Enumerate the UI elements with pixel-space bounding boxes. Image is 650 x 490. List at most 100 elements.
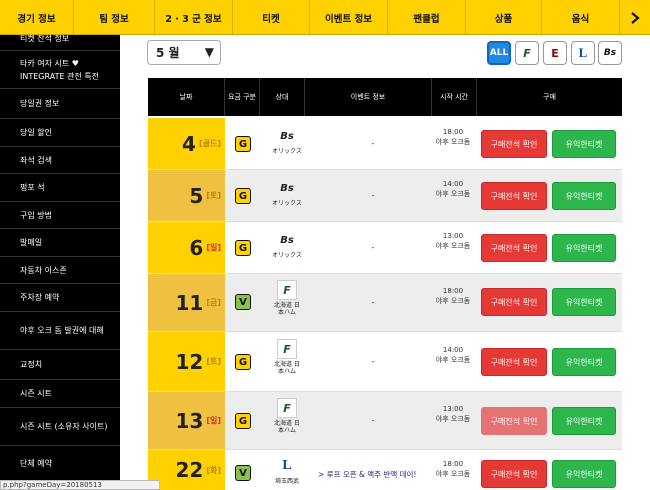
date-cell: 6 [일] <box>148 222 225 273</box>
fare-grade-badge: G <box>235 354 251 370</box>
event-info: > 루프 오픈 & 맥주 반액 데이! <box>318 470 417 479</box>
start-time: 13:00 야후 오크돔 <box>430 231 476 251</box>
header-purchase: 구매 <box>543 92 556 101</box>
eagles-logo-icon: E <box>551 46 559 60</box>
date-cell: 5 [토] <box>148 170 225 221</box>
team-filter-all-button[interactable]: ALL <box>487 41 511 65</box>
sidebar-item-seat-type[interactable]: 펑포 석 <box>0 174 120 202</box>
check-remaining-seats-button[interactable]: 구매잔석 확인 <box>481 288 547 316</box>
link-status-bar: p.php?gameDay=20180513 <box>0 480 160 490</box>
value-ticket-button[interactable]: 유익한티켓 <box>552 182 616 210</box>
opponent-name: 北海道 日本ハム <box>274 420 300 434</box>
venue: 야후 오크돔 <box>435 242 471 250</box>
event-info: - <box>371 357 375 366</box>
date-cell: 13 [일] <box>148 392 225 449</box>
sidebar-item-ticket-remaining[interactable]: 티켓 잔석 정보 <box>0 35 120 51</box>
nav-event-info[interactable]: 이벤트 정보 <box>310 0 388 35</box>
sidebar-item-season-seat[interactable]: 시즌 시트 <box>0 380 120 408</box>
sidebar-item-day-ticket[interactable]: 당일권 정보 <box>0 89 120 119</box>
sidebar-item-season-seat-owner[interactable]: 시즌 시트 (소유자 사이트) <box>0 408 120 446</box>
nav-ticket[interactable]: 티켓 <box>233 0 310 35</box>
opponent-name: オリックス <box>272 200 302 207</box>
table-row: 4 [골드] G Bs オリックス - 18:00 야후 오크돔 구매잔석 확인… <box>148 118 622 170</box>
nav-game-info[interactable]: 경기 정보 <box>0 0 74 35</box>
buffaloes-logo-icon: Bs <box>280 234 294 246</box>
table-row: 11 [금] V F 北海道 日本ハム - 18:00 야후 오크돔 구매잔석 … <box>148 274 622 332</box>
sidebar-item-group-booking[interactable]: 단체 예약 <box>0 446 120 482</box>
nav-fan-club[interactable]: 팬클럽 <box>388 0 466 35</box>
opponent-cell: L 埼玉西武 <box>264 456 310 485</box>
sidebar-item-how-to-buy[interactable]: 구입 방법 <box>0 202 120 229</box>
value-ticket-button[interactable]: 유익한티켓 <box>552 130 616 158</box>
buffaloes-logo-icon: Bs <box>603 48 617 58</box>
fare-grade-badge: G <box>235 240 251 256</box>
header-event-info: 이벤트 정보 <box>305 78 432 116</box>
start-time-value: 18:00 <box>442 128 464 136</box>
event-info: - <box>371 416 375 425</box>
check-remaining-seats-button[interactable]: 구매잔석 확인 <box>481 407 547 435</box>
chevron-right-icon[interactable] <box>620 0 650 35</box>
check-remaining-seats-button[interactable]: 구매잔석 확인 <box>481 348 547 376</box>
fare-grade-badge: V <box>235 465 251 481</box>
table-row: 13 [일] G F 北海道 日本ハム - 13:00 야후 오크돔 구매잔석 … <box>148 392 622 450</box>
date-weekday: [화] <box>206 465 221 475</box>
team-filter-fighters-button[interactable]: F <box>515 41 539 65</box>
team-filter-lions-button[interactable]: L <box>571 41 595 65</box>
nav-goods[interactable]: 상품 <box>466 0 542 35</box>
fighters-logo-icon: F <box>277 280 297 300</box>
date-cell: 11 [금] <box>148 274 225 331</box>
event-info: - <box>371 243 375 252</box>
buffaloes-logo-icon: Bs <box>280 130 294 142</box>
start-time-value: 18:00 <box>442 460 464 468</box>
sidebar-item-parking[interactable]: 주차장 예약 <box>0 284 120 312</box>
start-time-value: 13:00 <box>442 232 464 240</box>
header-opponent: 상대 <box>260 78 305 116</box>
start-time-value: 14:00 <box>442 346 464 354</box>
check-remaining-seats-button[interactable]: 구매잔석 확인 <box>481 130 547 158</box>
opponent-name: オリックス <box>272 148 302 155</box>
opponent-cell: F 北海道 日本ハム <box>264 280 310 316</box>
start-time: 14:00 야후 오크돔 <box>430 179 476 199</box>
start-time: 13:00 야후 오크돔 <box>430 404 476 424</box>
sidebar-item-seat-search[interactable]: 좌석 검색 <box>0 147 120 174</box>
opponent-cell: Bs オリックス <box>264 178 310 208</box>
sidebar-item-car-zone[interactable]: 자동차 이스존 <box>0 257 120 284</box>
date-cell: 4 [골드] <box>148 118 225 169</box>
nav-farm-info[interactable]: 2 · 3 군 정보 <box>155 0 233 35</box>
value-ticket-button[interactable]: 유익한티켓 <box>552 288 616 316</box>
caret-down-icon: ▼ <box>204 45 214 59</box>
fighters-logo-icon: F <box>277 339 297 359</box>
nav-team-info[interactable]: 팀 정보 <box>74 0 155 35</box>
date-day: 22 <box>175 458 204 482</box>
date-weekday: [골드] <box>198 139 221 148</box>
value-ticket-button[interactable]: 유익한티켓 <box>552 460 616 488</box>
venue: 야후 오크돔 <box>435 470 471 478</box>
start-time: 18:00 야후 오크돔 <box>430 127 476 147</box>
value-ticket-button[interactable]: 유익한티켓 <box>552 234 616 262</box>
team-filter-buffaloes-button[interactable]: Bs <box>598 41 622 65</box>
value-ticket-button[interactable]: 유익한티켓 <box>552 348 616 376</box>
event-info: - <box>371 191 375 200</box>
lions-logo-icon: L <box>578 45 588 60</box>
table-row: 22 [화] V L 埼玉西武 > 루프 오픈 & 맥주 반액 데이! 18:0… <box>148 450 622 490</box>
sidebar-item-dome-ticketing[interactable]: 야후 오크 돔 발권에 대해 <box>0 312 120 350</box>
value-ticket-button[interactable]: 유익한티켓 <box>552 407 616 435</box>
check-remaining-seats-button[interactable]: 구매잔석 확인 <box>481 182 547 210</box>
team-filter-eagles-button[interactable]: E <box>543 41 567 65</box>
check-remaining-seats-button[interactable]: 구매잔석 확인 <box>481 460 547 488</box>
month-select[interactable]: 5 월 ▼ <box>147 40 221 65</box>
fare-grade-badge: G <box>235 413 251 429</box>
sidebar-item-correction[interactable]: 교정치 <box>0 350 120 380</box>
date-weekday: [토] <box>206 357 221 366</box>
opponent-name: 埼玉西武 <box>274 478 299 485</box>
start-time: 14:00 야후 오크돔 <box>430 345 476 365</box>
opponent-name: 北海道 日本ハム <box>274 361 300 375</box>
nav-food[interactable]: 음식 <box>542 0 620 35</box>
venue: 야후 오크돔 <box>435 297 471 305</box>
sidebar-item-women-seat[interactable]: 타카 여자 시트 ♥ INTEGRATE 관전 특전 <box>0 51 120 89</box>
sidebar-item-release-date[interactable]: 발매일 <box>0 229 120 257</box>
check-remaining-seats-button[interactable]: 구매잔석 확인 <box>481 234 547 262</box>
date-day: 11 <box>175 290 204 315</box>
sidebar-item-day-discount[interactable]: 당일 할인 <box>0 119 120 147</box>
table-row: 6 [일] G Bs オリックス - 13:00 야후 오크돔 구매잔석 확인 … <box>148 222 622 274</box>
